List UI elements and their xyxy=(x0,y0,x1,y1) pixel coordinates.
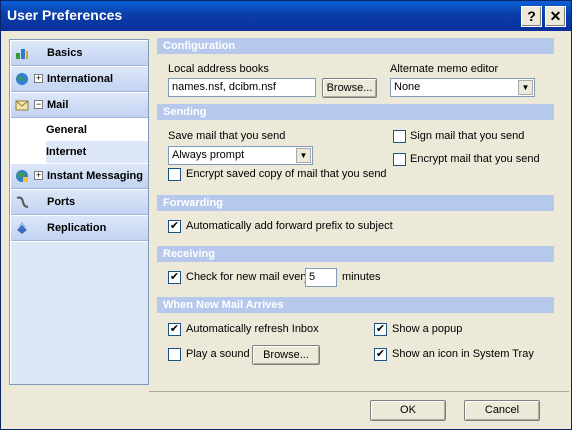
basics-icon xyxy=(16,49,28,59)
preferences-sidebar: Basics + International − Mail General In… xyxy=(9,39,149,385)
receiving-header: Receiving xyxy=(157,246,554,262)
help-icon: ? xyxy=(527,8,536,24)
sidebar-item-label: Replication xyxy=(47,222,107,234)
cancel-button[interactable]: Cancel xyxy=(464,400,540,421)
replication-icon xyxy=(17,221,27,234)
save-mail-value: Always prompt xyxy=(172,149,245,161)
chevron-down-icon[interactable]: ▼ xyxy=(518,80,533,95)
forwarding-header: Forwarding xyxy=(157,195,554,211)
sound-browse-button[interactable]: Browse... xyxy=(252,345,320,365)
forward-prefix-label: Automatically add forward prefix to subj… xyxy=(186,220,393,232)
show-popup-checkbox[interactable]: ✔ xyxy=(374,323,387,336)
refresh-inbox-label: Automatically refresh Inbox xyxy=(186,323,319,335)
save-mail-label: Save mail that you send xyxy=(168,130,286,142)
sending-header: Sending xyxy=(157,104,554,120)
ports-icon xyxy=(16,196,29,208)
encrypt-saved-label: Encrypt saved copy of mail that you send xyxy=(186,168,387,180)
memo-editor-value: None xyxy=(394,81,421,93)
sidebar-item-international[interactable]: + International xyxy=(11,67,148,92)
sidebar-item-label: International xyxy=(47,73,114,85)
memo-editor-label: Alternate memo editor xyxy=(390,63,499,75)
encrypt-mail-checkbox[interactable] xyxy=(393,153,406,166)
check-interval-input[interactable]: 5 xyxy=(305,268,337,287)
sidebar-item-label: Mail xyxy=(47,99,69,111)
help-button[interactable]: ? xyxy=(521,6,542,27)
globe-icon xyxy=(16,73,28,85)
system-tray-checkbox[interactable]: ✔ xyxy=(374,348,387,361)
sidebar-item-internet[interactable]: Internet xyxy=(46,141,148,163)
sidebar-item-ports[interactable]: Ports xyxy=(11,190,148,215)
title-bar[interactable]: User Preferences ? ✕ xyxy=(1,1,571,31)
save-mail-select[interactable]: Always prompt ▼ xyxy=(168,146,313,165)
sidebar-item-label: Ports xyxy=(47,196,76,208)
chevron-down-icon[interactable]: ▼ xyxy=(296,148,311,163)
memo-editor-select[interactable]: None ▼ xyxy=(390,78,535,97)
im-icon xyxy=(16,170,28,182)
play-sound-checkbox[interactable] xyxy=(168,348,181,361)
window-title: User Preferences xyxy=(7,7,123,23)
sidebar-item-label: Basics xyxy=(47,47,83,59)
check-mail-label: Check for new mail every xyxy=(186,271,310,283)
footer-divider xyxy=(149,391,569,392)
sidebar-item-mail[interactable]: − Mail xyxy=(11,93,148,118)
check-mail-checkbox[interactable]: ✔ xyxy=(168,271,181,284)
configuration-header: Configuration xyxy=(157,38,554,54)
ok-button[interactable]: OK xyxy=(370,400,446,421)
expand-icon[interactable]: + xyxy=(34,171,43,180)
sidebar-item-label: Internet xyxy=(46,146,87,158)
mail-general-panel: Configuration Local address books names.… xyxy=(157,35,561,385)
sidebar-item-instant-messaging[interactable]: + Instant Messaging xyxy=(11,164,148,189)
sidebar-item-replication[interactable]: Replication xyxy=(11,216,148,241)
close-icon: ✕ xyxy=(549,8,562,24)
close-button[interactable]: ✕ xyxy=(545,6,566,27)
mail-icon xyxy=(15,100,29,111)
show-popup-label: Show a popup xyxy=(392,323,463,335)
sidebar-empty-area xyxy=(11,242,148,384)
new-mail-header: When New Mail Arrives xyxy=(157,297,554,313)
collapse-icon[interactable]: − xyxy=(34,100,43,109)
sidebar-item-general[interactable]: General xyxy=(46,119,148,141)
address-books-browse-button[interactable]: Browse... xyxy=(322,78,377,98)
expand-icon[interactable]: + xyxy=(34,74,43,83)
forward-prefix-checkbox[interactable]: ✔ xyxy=(168,220,181,233)
address-books-label: Local address books xyxy=(168,63,269,75)
sidebar-item-label: General xyxy=(46,124,87,136)
play-sound-label: Play a sound xyxy=(186,348,250,360)
refresh-inbox-checkbox[interactable]: ✔ xyxy=(168,323,181,336)
encrypt-saved-checkbox[interactable] xyxy=(168,168,181,181)
system-tray-label: Show an icon in System Tray xyxy=(392,348,534,360)
address-books-input[interactable]: names.nsf, dcibm.nsf xyxy=(168,78,316,97)
sign-mail-label: Sign mail that you send xyxy=(410,130,525,142)
minutes-label: minutes xyxy=(342,271,381,283)
encrypt-mail-label: Encrypt mail that you send xyxy=(410,153,540,165)
user-preferences-window: User Preferences ? ✕ Basics + Internatio… xyxy=(0,0,572,430)
sign-mail-checkbox[interactable] xyxy=(393,130,406,143)
sidebar-item-basics[interactable]: Basics xyxy=(11,41,148,66)
sidebar-item-label: Instant Messaging xyxy=(47,170,143,182)
